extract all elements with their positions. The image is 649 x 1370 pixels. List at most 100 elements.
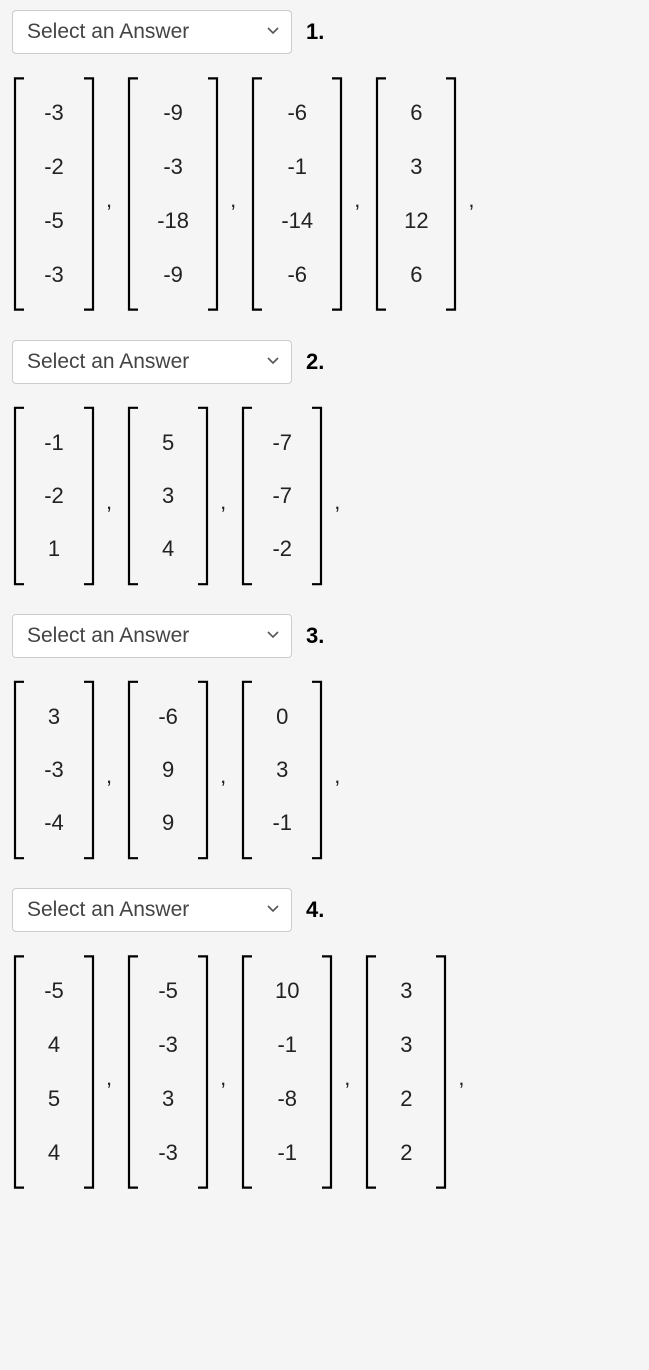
vector-separator: , [210,763,240,789]
vector-entry: 4 [148,524,188,574]
vector-separator: , [96,187,126,213]
answer-select[interactable]: Select an Answer [12,614,292,658]
left-bracket-icon [126,680,140,860]
question-block: Select an Answer2.-1-21,534,-7-7-2, [12,340,637,586]
question-block: Select an Answer3.3-3-4,-699,03-1, [12,614,637,860]
vector-entry: -7 [262,418,302,468]
left-bracket-icon [126,406,140,586]
vector-entry: -2 [262,524,302,574]
vector-entries: -9-3-18-9 [140,76,206,312]
left-bracket-icon [240,680,254,860]
vector-item: -7-7-2, [240,406,354,586]
column-vector: -5-33-3 [126,954,210,1190]
question-number: 3. [306,623,324,649]
vector-separator: , [324,763,354,789]
answer-select[interactable]: Select an Answer [12,888,292,932]
question-header: Select an Answer 1. [12,10,637,54]
vector-entries: -7-7-2 [254,406,310,586]
question-block: Select an Answer4.-5454,-5-33-3,10-1-8-1… [12,888,637,1190]
vector-item: -3-2-5-3, [12,76,126,312]
vector-entries: -1-21 [26,406,82,586]
vector-separator: , [448,1065,478,1091]
vectors-row: -5454,-5-33-3,10-1-8-1,3322, [12,954,637,1190]
vector-entry: -5 [34,196,74,246]
right-bracket-icon [444,76,458,312]
column-vector: 3-3-4 [12,680,96,860]
vector-separator: , [334,1065,364,1091]
vector-item: -699, [126,680,240,860]
column-vector: -9-3-18-9 [126,76,220,312]
vector-entry: 3 [262,745,302,795]
column-vector: -3-2-5-3 [12,76,96,312]
vector-entry: 5 [34,1074,74,1124]
question-number: 1. [306,19,324,45]
vector-entry: 12 [396,196,436,246]
right-bracket-icon [320,954,334,1190]
vector-entry: 3 [386,966,426,1016]
vector-entry: 5 [148,418,188,468]
vector-entry: -5 [148,966,188,1016]
vector-entries: 3322 [378,954,434,1190]
vector-separator: , [96,1065,126,1091]
vector-entry: -1 [262,1020,312,1070]
vector-entries: -6-1-14-6 [264,76,330,312]
vector-entry: -5 [34,966,74,1016]
vector-entry: -8 [262,1074,312,1124]
vector-entry: -7 [262,471,302,521]
left-bracket-icon [12,76,26,312]
vector-item: 03-1, [240,680,354,860]
answer-select-placeholder: Select an Answer [27,898,189,922]
column-vector: -1-21 [12,406,96,586]
column-vector: -7-7-2 [240,406,324,586]
answer-select[interactable]: Select an Answer [12,340,292,384]
right-bracket-icon [330,76,344,312]
vector-entry: 4 [34,1128,74,1178]
vector-entry: -9 [148,88,198,138]
vector-entry: 9 [148,745,188,795]
vector-item: -6-1-14-6, [250,76,374,312]
right-bracket-icon [310,680,324,860]
vector-item: -1-21, [12,406,126,586]
vector-item: 534, [126,406,240,586]
right-bracket-icon [82,76,96,312]
question-block: Select an Answer1.-3-2-5-3,-9-3-18-9,-6-… [12,10,637,312]
vector-entry: -6 [148,692,188,742]
vector-entry: -2 [34,142,74,192]
right-bracket-icon [82,954,96,1190]
left-bracket-icon [126,76,140,312]
answer-select-placeholder: Select an Answer [27,20,189,44]
left-bracket-icon [126,954,140,1190]
vector-entry: 3 [386,1020,426,1070]
answer-select[interactable]: Select an Answer [12,10,292,54]
column-vector: 3322 [364,954,448,1190]
vector-entries: 03-1 [254,680,310,860]
chevron-down-icon [265,898,281,922]
chevron-down-icon [265,624,281,648]
vector-entry: -3 [34,88,74,138]
vector-separator: , [458,187,488,213]
vector-separator: , [96,489,126,515]
vector-entry: -2 [34,471,74,521]
question-number: 4. [306,897,324,923]
vector-entries: 63126 [388,76,444,312]
vector-separator: , [210,1065,240,1091]
vector-entries: -5-33-3 [140,954,196,1190]
column-vector: 534 [126,406,210,586]
vector-entry: -18 [148,196,198,246]
vector-item: 63126, [374,76,488,312]
vector-entry: 3 [34,692,74,742]
question-header: Select an Answer 4. [12,888,637,932]
question-header: Select an Answer 2. [12,340,637,384]
vector-separator: , [344,187,374,213]
vector-entry: 2 [386,1128,426,1178]
vector-entry: -14 [272,196,322,246]
vector-entry: -1 [34,418,74,468]
right-bracket-icon [82,680,96,860]
vector-entry: -3 [148,142,198,192]
question-number: 2. [306,349,324,375]
vector-item: -9-3-18-9, [126,76,250,312]
right-bracket-icon [434,954,448,1190]
right-bracket-icon [310,406,324,586]
left-bracket-icon [12,954,26,1190]
vector-item: -5-33-3, [126,954,240,1190]
